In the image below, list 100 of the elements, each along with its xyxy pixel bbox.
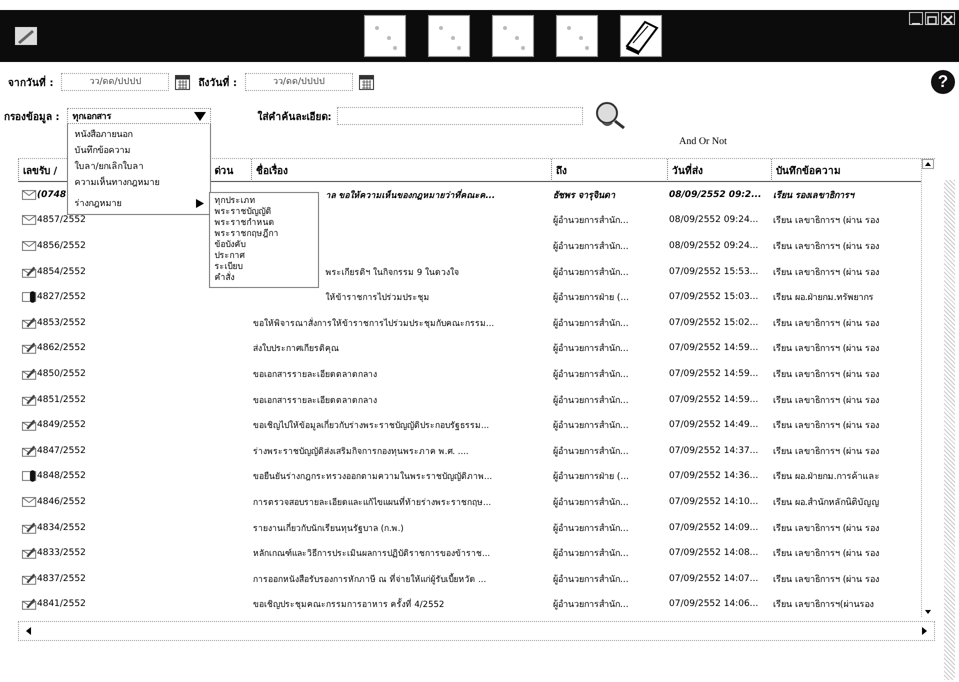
envelope-pen-icon: [22, 547, 37, 560]
help-button[interactable]: ?: [931, 70, 955, 94]
table-cell-text: ขอเอกสารรายละเอียดตลาดกลาง: [252, 394, 378, 408]
table-cell-text: ขอเชิญประชุมคณะกรรมการอาหาร ครั้งที่ 4/2552: [252, 597, 446, 612]
column-header[interactable]: บันทึกข้อความ: [776, 162, 841, 178]
table-cell-text: 07/09/2552 14:10...: [668, 496, 760, 509]
caret-icon: [194, 112, 206, 120]
envelope-icon: [22, 214, 37, 226]
table-cell: 4850/2552: [18, 361, 204, 387]
close-icon: [943, 15, 953, 25]
date-field[interactable]: วว/ดด/ปปปป: [61, 73, 170, 91]
calendar-icon[interactable]: [358, 74, 374, 90]
table-cell-text: 07/09/2552 14:59...: [668, 394, 760, 407]
table-cell: 4841/2552: [18, 592, 204, 618]
search-icon[interactable]: [593, 101, 628, 131]
table-cell-text: เรียน เลขาธิการฯ (ผ่าน รอง: [772, 318, 880, 331]
date-label: จากวันที่ :: [8, 74, 54, 90]
table-cell-text: เรียน ผอ.สำนักหลักนิติบัญญ: [772, 496, 881, 510]
vertical-scrollbar[interactable]: [921, 159, 935, 618]
logo-icon: [14, 24, 38, 48]
envelope-pen-icon: [22, 444, 37, 457]
filter-label: กรองข้อมูล :: [4, 110, 60, 124]
table-cell: 4848/2552: [18, 464, 204, 490]
search-field[interactable]: [337, 107, 584, 125]
table-cell-text: เรียน เลขาธิการฯ (ผ่าน รอง: [772, 342, 880, 356]
column-header[interactable]: เลขรับ /: [23, 162, 58, 178]
table-cell-text: 07/09/2552 15:03...: [668, 291, 760, 304]
table-cell: 4856/2552: [18, 233, 204, 259]
envelope-pen-icon: [22, 342, 37, 354]
table-cell-text: เรียน ผอ.ฝ่ายกม.ทรัพยากร: [772, 292, 875, 306]
table-cell-text: 08/09/2552 09:24...: [668, 214, 760, 228]
table-cell: 4849/2552: [18, 412, 204, 438]
envelope-pen-icon: [22, 598, 37, 610]
envelope-pen-icon: [22, 419, 37, 432]
maximize-icon: [927, 16, 937, 25]
table-cell-text: หลักเกณฑ์และวิธีการประเมินผลการปฏิบัติราชการของข้าราช...: [252, 548, 492, 562]
column-header[interactable]: ด่วน: [214, 162, 234, 178]
table-cell-text: ผู้อำนวยการสำนัก...: [552, 368, 630, 382]
envelope-pen-icon: [22, 572, 37, 585]
submenu-arrow-icon: [196, 198, 204, 208]
table-cell: 4854/2552: [18, 258, 204, 284]
minimize-icon: [912, 23, 920, 25]
minimize-button[interactable]: [909, 12, 923, 25]
table-cell-text: ผู้อำนวยการสำนัก...: [552, 548, 630, 562]
table-cell-text: เรียน เลขาธิการฯ (ผ่าน รอง: [772, 214, 880, 228]
table-cell-text: เรียน เลขาธิการฯ (ผ่าน รอง: [772, 548, 880, 562]
column-header[interactable]: ถึง: [556, 162, 567, 178]
table-cell-text: ร่างพระราชบัญญัติส่งเสริมกิจการกองทุนพระภาค พ.ศ. ....: [252, 446, 470, 459]
table-cell-text: ผู้อำนวยการสำนัก...: [552, 598, 630, 612]
table-cell-text: 08/09/2552 09:2...: [668, 188, 762, 202]
table-cell-text: ผู้อำนวยการฝ่าย (...: [552, 292, 630, 306]
column-header[interactable]: วันที่ส่ง: [672, 162, 703, 178]
table-cell-text: ธัชพร จารุจินดา: [552, 190, 616, 203]
horizontal-scrollbar[interactable]: [18, 621, 935, 642]
maximize-button[interactable]: [925, 12, 939, 25]
table-cell-text: 07/09/2552 14:49...: [668, 419, 760, 432]
table-cell: 4862/2552: [18, 336, 204, 362]
page-scrollbar[interactable]: [944, 180, 955, 680]
table-cell-text: ส่งใบประกาศเกียรติคุณ: [252, 342, 340, 356]
table-cell: 4834/2552: [18, 514, 204, 540]
table-cell-text: เรียน เลขาธิการฯ (ผ่าน รอง: [772, 266, 880, 280]
table-cell-text: 07/09/2552 14:06...: [668, 598, 760, 612]
envelope-clip-icon: [22, 291, 37, 304]
table-cell-text: ขอยืนยันร่างกฎกระทรวงออกตามความในพระราชบัญญัติภาพ...: [252, 470, 494, 484]
table-cell-text: ผู้อำนวยการสำนัก...: [552, 214, 630, 228]
table-cell-text: ผู้อำนวยการสำนัก...: [552, 420, 630, 434]
table-cell-text: ขอให้พิจารณาสั่งการให้ข้าราชการไปร่วมประชุมกับคณะกรรม...: [252, 316, 496, 331]
table-cell-text: 07/09/2552 14:37...: [668, 444, 760, 458]
toolbar-button[interactable]: [620, 15, 662, 57]
table-cell-text: ผู้อำนวยการสำนัก...: [552, 496, 630, 510]
table-cell-text: 07/09/2552 15:02...: [668, 316, 760, 330]
table-cell: 4833/2552: [18, 540, 204, 566]
table-cell-text: 07/09/2552 14:59...: [668, 342, 760, 356]
table-cell-text: เรียน รองเลขาธิการฯ: [772, 189, 856, 203]
table-cell-text: 08/09/2552 09:24...: [668, 240, 760, 253]
table-cell-text: เรียน เลขาธิการฯ (ผ่าน รอง: [772, 368, 880, 382]
column-header[interactable]: ชื่อเรื่อง: [256, 162, 288, 178]
calendar-icon[interactable]: [175, 74, 190, 90]
search-label: ใส่คำค้นละเอียด:: [257, 110, 332, 124]
table-cell-text: ขอเชิญไปให้ข้อมูลเกี่ยวกับร่างพระราชบัญญัติประกอบรัฐธรรม...: [252, 418, 490, 434]
table-cell-text: ผู้อำนวยการสำนัก...: [552, 446, 630, 459]
date-field[interactable]: วว/ดด/ปปปป: [244, 73, 353, 91]
table-cell-text: 07/09/2552 14:59...: [668, 368, 760, 381]
table-cell-text: ผู้อำนวยการสำนัก...: [552, 266, 630, 280]
table-cell-text: เรียน เลขาธิการฯ (ผ่าน รอง: [772, 446, 880, 459]
table-cell-text: 07/09/2552 14:07...: [668, 572, 760, 586]
envelope-pen-icon: [22, 522, 37, 534]
table-cell-text: พระเกียรติฯ ในกิจกรรม 9 ในดวงใจ: [324, 266, 460, 280]
table-cell-text: 07/09/2552 14:36...: [668, 470, 760, 484]
table-cell-text: ผู้อำนวยการฝ่าย (...: [552, 470, 630, 484]
table-cell: 4827/2552: [18, 284, 204, 310]
table-cell: 4837/2552: [18, 566, 204, 592]
table-cell-text: การตรวจสอบรายละเอียดและแก้ไขแผนที่ท้ายร่างพระราชกฤษ...: [252, 495, 492, 510]
close-button[interactable]: [941, 12, 955, 25]
table-cell-text: การออกหนังสือรับรองการหักภาษี ณ ที่จ่ายให้แก่ผู้รับเบี้ยหวัด ...: [252, 572, 488, 587]
table-cell-text: ผู้อำนวยการสำนัก...: [552, 522, 630, 536]
table-cell-text: ให้ข้าราชการไปร่วมประชุม: [324, 291, 430, 306]
scroll-up-icon[interactable]: [922, 159, 934, 169]
filter-dropdown[interactable]: ทุกเอกสาร: [67, 108, 212, 124]
table-cell-text: ผู้อำนวยการสำนัก...: [552, 574, 630, 587]
